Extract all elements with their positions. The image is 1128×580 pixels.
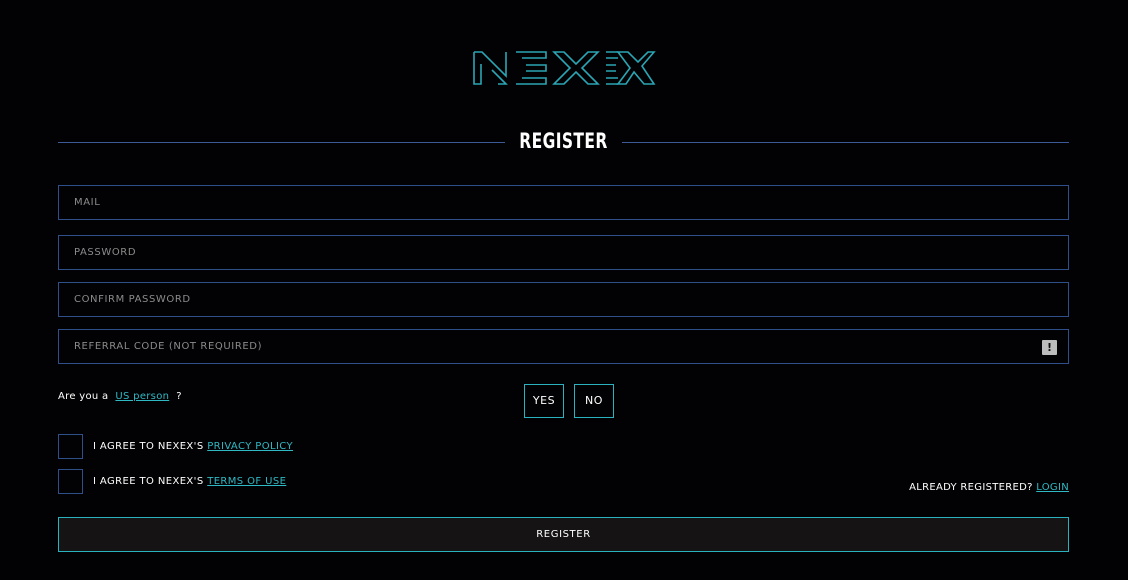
privacy-policy-label: I AGREE TO NEXEX'S PRIVACY POLICY	[93, 441, 293, 452]
privacy-prefix: I AGREE TO NEXEX'S	[93, 441, 204, 452]
us-person-prefix: Are you a	[58, 391, 109, 402]
us-person-link[interactable]: US person	[115, 391, 169, 402]
login-link[interactable]: LOGIN	[1036, 482, 1069, 493]
mail-input[interactable]	[59, 186, 1068, 219]
confirm-password-field[interactable]	[58, 282, 1069, 317]
password-input[interactable]	[59, 236, 1068, 269]
register-button[interactable]: REGISTER	[58, 517, 1069, 552]
us-person-question: Are you a US person ?	[58, 391, 182, 402]
mail-field[interactable]	[58, 185, 1069, 220]
yes-button[interactable]: YES	[524, 384, 564, 418]
page-title: REGISTER	[519, 129, 608, 153]
register-page: REGISTER ! Are you a US person ? YES NO …	[0, 0, 1128, 580]
already-registered-text: ALREADY REGISTERED?	[909, 482, 1033, 493]
password-field[interactable]	[58, 235, 1069, 270]
title-row: REGISTER	[58, 126, 1069, 158]
referral-code-field[interactable]: !	[58, 329, 1069, 364]
title-divider-right	[622, 142, 1069, 143]
nexex-logo	[473, 51, 656, 85]
terms-of-use-link[interactable]: TERMS OF USE	[207, 476, 286, 487]
privacy-policy-link[interactable]: PRIVACY POLICY	[207, 441, 293, 452]
referral-code-input[interactable]	[59, 330, 1068, 363]
confirm-password-input[interactable]	[59, 283, 1068, 316]
already-registered-row: ALREADY REGISTERED? LOGIN	[909, 482, 1069, 493]
no-button[interactable]: NO	[574, 384, 614, 418]
terms-prefix: I AGREE TO NEXEX'S	[93, 476, 204, 487]
privacy-policy-checkbox[interactable]	[58, 434, 83, 459]
info-icon[interactable]: !	[1042, 340, 1057, 355]
terms-of-use-label: I AGREE TO NEXEX'S TERMS OF USE	[93, 476, 286, 487]
title-divider-left	[58, 142, 505, 143]
terms-of-use-checkbox[interactable]	[58, 469, 83, 494]
us-person-suffix: ?	[176, 391, 182, 402]
